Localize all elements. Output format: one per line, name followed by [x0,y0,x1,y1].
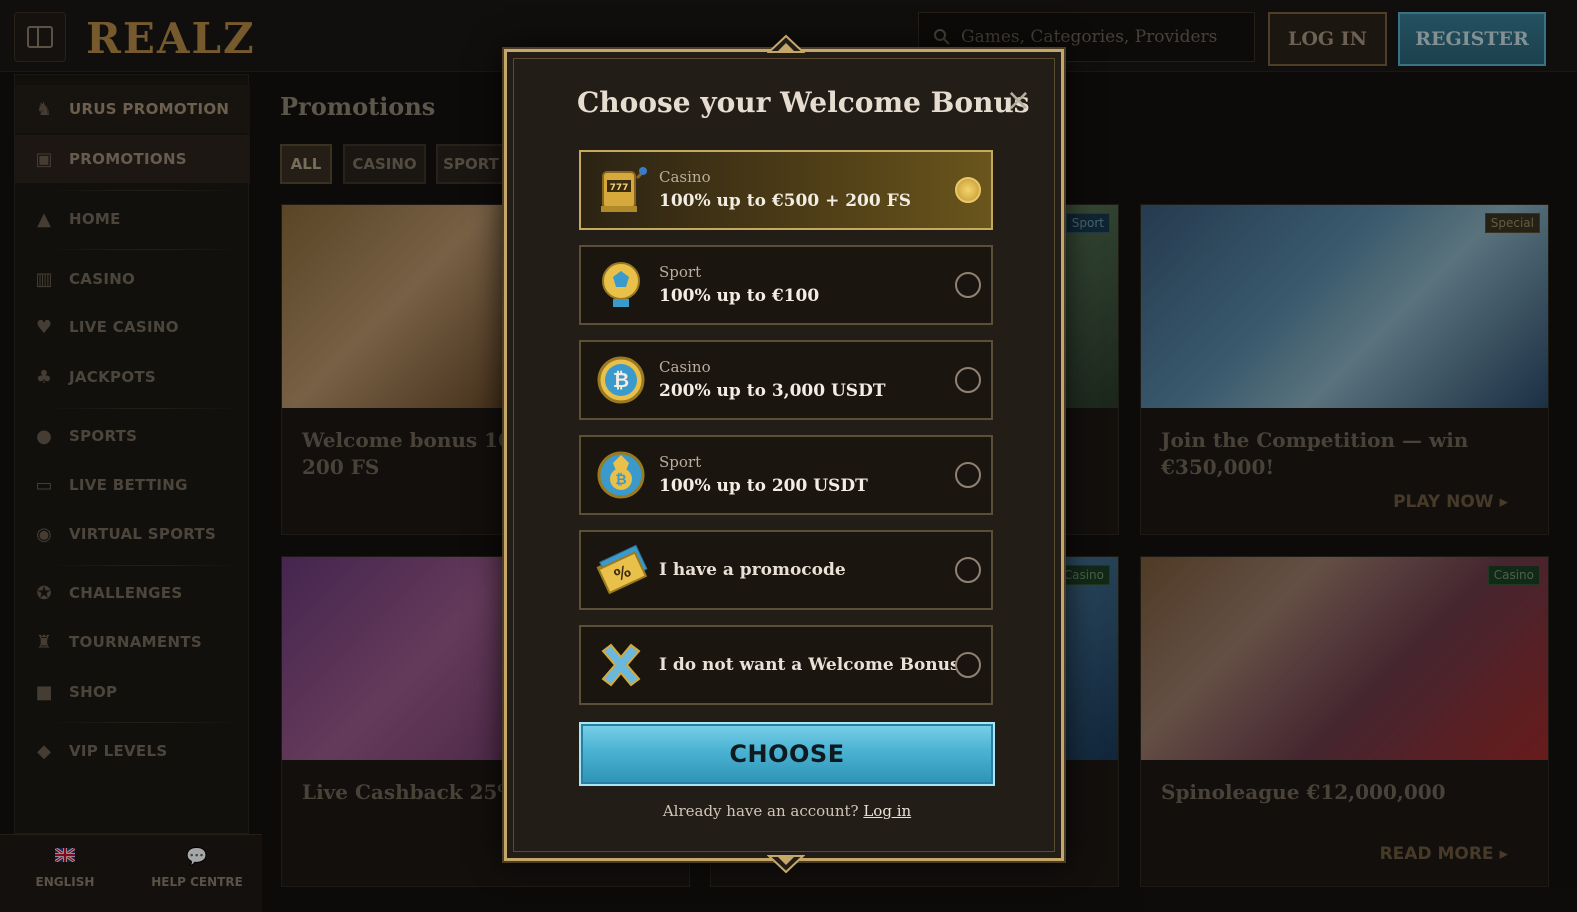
modal-title: Choose your Welcome Bonus [577,86,1030,119]
option-category: Casino [659,168,711,186]
option-value: 200% up to 3,000 USDT [659,381,886,401]
bonus-option-none[interactable]: I do not want a Welcome Bonus [579,625,993,705]
radio-unselected[interactable] [955,462,981,488]
login-prompt: Already have an account? Log in [507,802,1067,820]
option-value: I have a promocode [659,560,846,580]
svg-text:₿: ₿ [615,472,626,488]
option-category: Sport [659,453,702,471]
promo-ticket-icon: % [596,544,648,595]
login-link[interactable]: Log in [863,802,911,820]
svg-text:777: 777 [610,183,629,193]
svg-text:₿: ₿ [613,368,629,392]
option-value: 100% up to €500 + 200 FS [659,191,911,211]
bonus-option-casino-eur[interactable]: 777 Casino 100% up to €500 + 200 FS [579,150,993,230]
bonus-option-sport-usdt[interactable]: ₿ Sport 100% up to 200 USDT [579,435,993,515]
option-category: Casino [659,358,711,376]
radio-unselected[interactable] [955,652,981,678]
option-category: Sport [659,263,702,281]
cross-icon [601,643,641,687]
option-value: 100% up to €100 [659,286,820,306]
close-icon: × [1005,83,1031,118]
bonus-option-sport-eur[interactable]: Sport 100% up to €100 [579,245,993,325]
choose-button[interactable]: CHOOSE [579,722,995,786]
radio-unselected[interactable] [955,557,981,583]
close-button[interactable]: × [1006,86,1031,116]
bonus-option-casino-usdt[interactable]: ₿ Casino 200% up to 3,000 USDT [579,340,993,420]
radio-unselected[interactable] [955,367,981,393]
soccer-ball-icon [602,262,640,307]
radio-selected[interactable] [955,177,981,203]
bitcoin-coin-icon: ₿ [597,356,645,404]
option-value: 100% up to 200 USDT [659,476,868,496]
option-value: I do not want a Welcome Bonus [659,655,960,675]
radio-unselected[interactable] [955,272,981,298]
slot-machine-icon: 777 [601,167,647,212]
welcome-bonus-modal: Choose your Welcome Bonus × 777 Casino 1… [504,34,1067,874]
ornament-icon [767,34,805,53]
bonus-option-promocode[interactable]: % I have a promocode [579,530,993,610]
bitcoin-ball-icon: ₿ [597,451,645,499]
login-prompt-text: Already have an account? [662,802,859,820]
ornament-icon [767,855,805,874]
